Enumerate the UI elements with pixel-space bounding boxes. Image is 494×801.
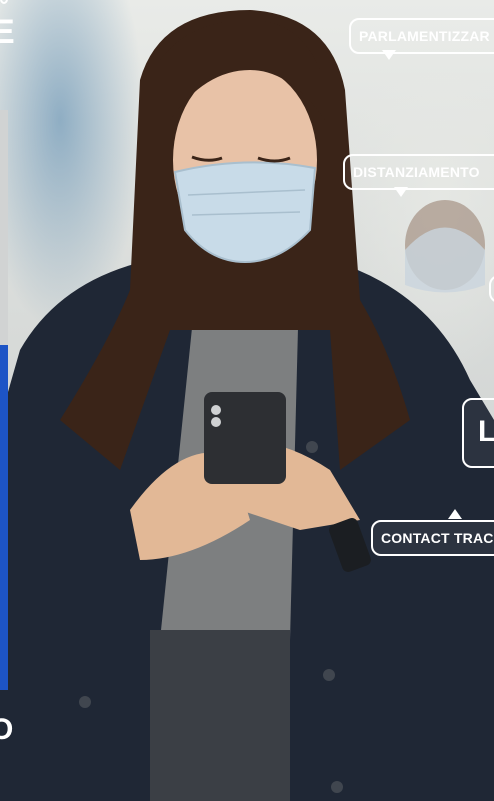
bubble-distanziamento: DISTANZIAMENTO [343, 154, 494, 190]
bubble-parlamentizzare: PARLAMENTIZZAR [349, 18, 494, 54]
bubble-partial-large: L [462, 398, 494, 468]
left-edge-letter-top: E [0, 13, 15, 51]
bubble-contact-tracing: CONTACT TRAC [371, 520, 494, 556]
left-edge-letter-bottom: O [0, 713, 14, 746]
bubble-tail-icon [382, 50, 396, 60]
left-edge-bar-blue [0, 345, 8, 690]
bubble-tail-icon [448, 509, 462, 519]
left-edge-bar-grey [0, 110, 8, 345]
bubble-tail-icon [394, 187, 408, 197]
hero-photo: E O PARLAMENTIZZAR DISTANZIAMENTO L CONT… [0, 0, 494, 801]
